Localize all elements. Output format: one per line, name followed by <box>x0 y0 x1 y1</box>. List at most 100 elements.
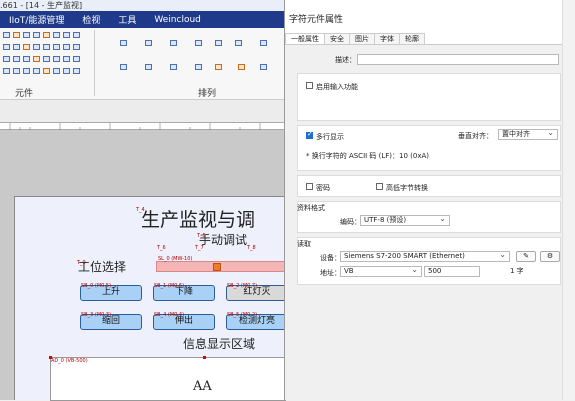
address-tag: SB_1 (M0.6) <box>154 283 185 289</box>
multiline-label: 多行显示 <box>316 133 344 141</box>
component-icon[interactable] <box>63 32 70 38</box>
menu-tools[interactable]: 工具 <box>109 13 145 26</box>
align-icon[interactable] <box>235 40 242 46</box>
component-icon[interactable] <box>63 68 70 74</box>
selection-handle[interactable] <box>203 356 206 359</box>
address-type-select[interactable]: VB <box>340 266 422 277</box>
arrange-icon[interactable] <box>195 64 202 70</box>
menu-weincloud[interactable]: Weincloud <box>145 15 210 25</box>
component-icon[interactable] <box>33 44 40 50</box>
component-icon[interactable] <box>23 56 30 62</box>
password-checkbox[interactable] <box>306 183 313 190</box>
component-icon[interactable] <box>23 68 30 74</box>
component-icon[interactable] <box>53 68 60 74</box>
component-icon[interactable] <box>73 56 80 62</box>
address-tag: T_9 <box>77 260 86 266</box>
encoding-select[interactable]: UTF-8 (预设) <box>360 215 450 226</box>
align-icon[interactable] <box>120 40 127 46</box>
ribbon-divider <box>94 30 95 96</box>
component-icon[interactable] <box>13 32 20 38</box>
component-icon[interactable] <box>23 44 30 50</box>
menu-iiot[interactable]: IIoT/能源管理 <box>0 13 73 26</box>
component-icon[interactable] <box>13 68 20 74</box>
arrange-icon[interactable] <box>215 64 222 70</box>
address-tag: T_5 <box>197 233 206 239</box>
component-icon[interactable] <box>43 44 50 50</box>
align-icon[interactable] <box>260 40 267 46</box>
ribbon-group-arrange-label: 排列 <box>198 89 217 99</box>
encoding-label: 编码： <box>340 218 361 226</box>
component-icon[interactable] <box>73 32 80 38</box>
enable-input-label: 启用输入功能 <box>316 83 358 91</box>
station-slider[interactable] <box>156 261 286 272</box>
info-area-label[interactable]: 信息显示区域 <box>183 335 255 352</box>
dialog-body: 描述： 启用输入功能 多行显示 垂直对齐： 置中对齐 * 换行字符的 ASCII… <box>285 44 575 400</box>
device-label: 设备： <box>320 254 341 262</box>
tab-font[interactable]: 字体 <box>374 33 400 44</box>
arrange-icon[interactable] <box>170 64 177 70</box>
align-icon[interactable] <box>170 40 177 46</box>
arrange-icon[interactable] <box>145 64 152 70</box>
component-icon[interactable] <box>3 68 10 74</box>
dialog-title: 字符元件属性 <box>289 15 344 25</box>
arrange-icon[interactable] <box>120 64 127 70</box>
device-settings-button[interactable]: ✎ <box>516 251 536 262</box>
hmi-screen[interactable]: 生产监视与调 T_4 手动调试 T_5 T_6 T_7 T_8 工位选择 T_9… <box>14 196 288 401</box>
component-icon[interactable] <box>3 56 10 62</box>
component-icon[interactable] <box>43 56 50 62</box>
component-icon[interactable] <box>13 56 20 62</box>
enable-input-checkbox[interactable] <box>306 82 313 89</box>
dialog-scrollbar[interactable] <box>562 0 575 400</box>
component-icon[interactable] <box>13 44 20 50</box>
align-icon[interactable] <box>145 40 152 46</box>
align-icon[interactable] <box>215 40 222 46</box>
component-icon[interactable] <box>53 56 60 62</box>
description-input[interactable] <box>357 54 559 65</box>
ribbon-toolbar: 元件 排列 <box>0 28 285 100</box>
component-icon[interactable] <box>43 32 50 38</box>
multiline-panel: 多行显示 垂直对齐： 置中对齐 * 换行字符的 ASCII 码 (LF)：10 … <box>297 125 561 171</box>
manual-debug-label[interactable]: 手动调试 <box>199 231 247 248</box>
component-icon[interactable] <box>53 32 60 38</box>
read-panel: 读取 设备： Siemens S7-200 SMART (Ethernet) ✎… <box>297 237 561 285</box>
slider-thumb[interactable] <box>213 263 221 271</box>
arrange-icon[interactable] <box>260 64 267 70</box>
address-tag: T_4 <box>136 207 145 213</box>
component-icon[interactable] <box>43 68 50 74</box>
address-tag: SL_0 (MW-10) <box>158 256 193 262</box>
vertical-align-select[interactable]: 置中对齐 <box>498 129 558 140</box>
component-icon[interactable] <box>63 44 70 50</box>
multiline-checkbox[interactable] <box>306 130 313 139</box>
align-icon[interactable] <box>195 40 202 46</box>
component-icon[interactable] <box>3 32 10 38</box>
component-icon[interactable] <box>33 56 40 62</box>
address-label: 地址： <box>320 269 341 277</box>
dialog-titlebar: 字符元件属性 <box>285 0 575 33</box>
gear-icon: ⚙ <box>546 252 554 260</box>
component-icon[interactable] <box>73 44 80 50</box>
screen-title[interactable]: 生产监视与调 <box>141 205 255 232</box>
device-options-button[interactable]: ⚙ <box>540 251 560 262</box>
tab-security[interactable]: 安全 <box>324 33 350 44</box>
component-icon[interactable] <box>53 44 60 50</box>
menu-bar: IIoT/能源管理 检视 工具 Weincloud <box>0 11 285 28</box>
component-icon[interactable] <box>63 56 70 62</box>
address-tag: SB_3 (M0.3) <box>81 312 112 318</box>
address-tag: AD_0 (VB-500) <box>51 358 88 364</box>
component-icon[interactable] <box>33 68 40 74</box>
tab-picture[interactable]: 图片 <box>349 33 375 44</box>
tab-outline[interactable]: 轮廓 <box>399 33 425 44</box>
component-icon[interactable] <box>23 32 30 38</box>
arrange-icon[interactable] <box>238 64 245 70</box>
component-icon[interactable] <box>3 44 10 50</box>
vertical-align-label: 垂直对齐： <box>458 132 493 140</box>
menu-view[interactable]: 检视 <box>73 13 109 26</box>
device-select[interactable]: Siemens S7-200 SMART (Ethernet) <box>340 251 510 262</box>
address-value-input[interactable]: 500 <box>424 266 480 277</box>
byte-swap-checkbox[interactable] <box>376 183 383 190</box>
address-tag: SB_0 (M0.5) <box>81 283 112 289</box>
window-title: .661 - [14 - 生产监视] <box>0 0 285 11</box>
component-icon[interactable] <box>33 32 40 38</box>
component-icon[interactable] <box>73 68 80 74</box>
tab-general[interactable]: 一般属性 <box>285 33 325 44</box>
